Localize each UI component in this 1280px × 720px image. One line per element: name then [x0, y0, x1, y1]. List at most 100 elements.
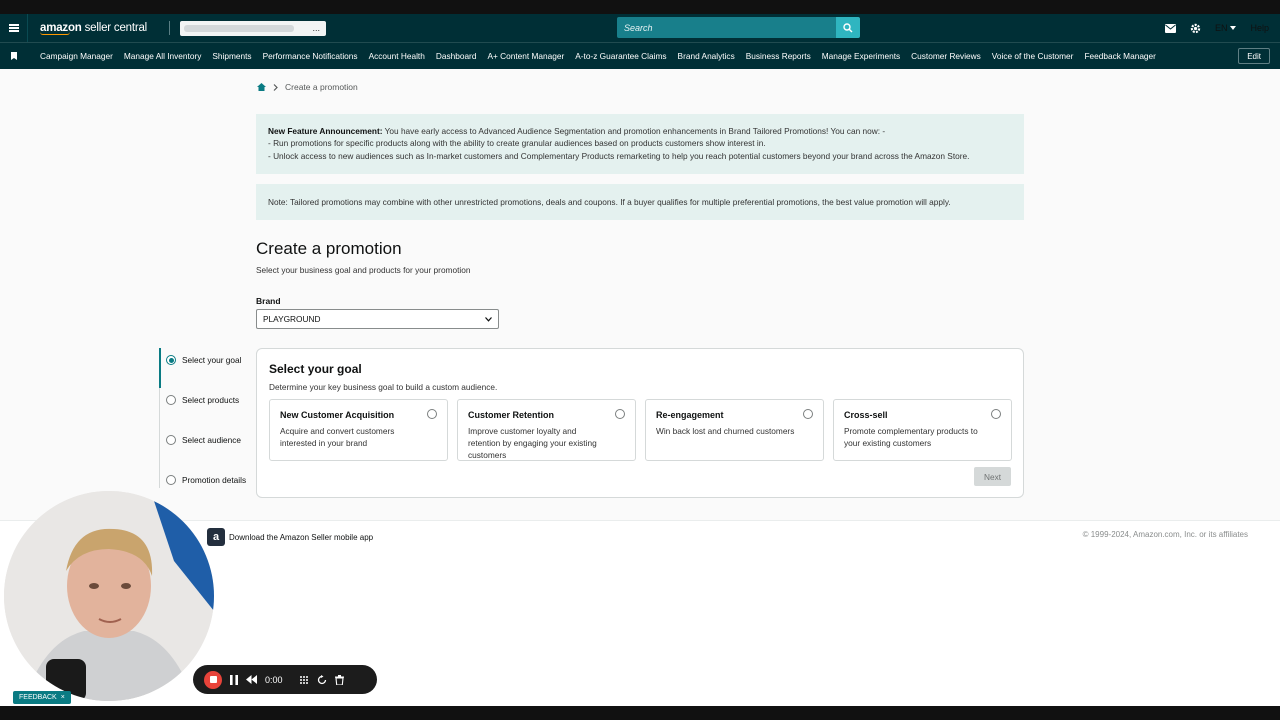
step-label: Select products [182, 395, 240, 405]
nav-item-account-health[interactable]: Account Health [369, 51, 425, 61]
logo-brand-text: amazon [40, 21, 82, 34]
option-description: Improve customer loyalty and retention b… [468, 426, 597, 460]
goal-option-re-engagement[interactable]: Re-engagement Win back lost and churned … [645, 399, 824, 461]
page-subtitle: Select your business goal and products f… [256, 265, 471, 275]
option-description: Acquire and convert customers interested… [280, 426, 395, 448]
close-icon[interactable]: × [61, 694, 65, 701]
app-download-text: Download the Amazon Seller mobile app [229, 532, 374, 542]
help-link[interactable]: Help [1250, 23, 1269, 33]
bookmark-icon[interactable] [0, 52, 28, 60]
page-title: Create a promotion [256, 239, 402, 258]
step-radio [166, 395, 176, 405]
nav-item-performance-notifications[interactable]: Performance Notifications [263, 51, 358, 61]
stop-recording-button[interactable] [204, 670, 222, 689]
nav-item-manage-all-inventory[interactable]: Manage All Inventory [124, 51, 201, 61]
step-select-products[interactable]: Select products [166, 395, 239, 405]
copyright-text: © 1999-2024, Amazon.com, Inc. or its aff… [1082, 530, 1248, 539]
brand-label: Brand [256, 296, 281, 306]
option-title: Cross-sell [844, 410, 888, 420]
goal-option-new-customer-acquisition[interactable]: New Customer Acquisition Acquire and con… [269, 399, 448, 461]
note-text: Note: Tailored promotions may combine wi… [268, 197, 951, 207]
step-radio [166, 435, 176, 445]
nav-item-feedback-manager[interactable]: Feedback Manager [1084, 51, 1156, 61]
goal-option-cross-sell[interactable]: Cross-sell Promote complementary product… [833, 399, 1012, 461]
chevron-down-icon [1230, 26, 1237, 30]
webcam-overlay [4, 491, 214, 701]
bookmark-nav-bar: Campaign Manager Manage All Inventory Sh… [0, 42, 1280, 69]
option-title: Customer Retention [468, 410, 555, 420]
nav-item-voice-of-the-customer[interactable]: Voice of the Customer [992, 51, 1074, 61]
option-title: New Customer Acquisition [280, 410, 395, 420]
nav-item-a-to-z-guarantee-claims[interactable]: A-to-z Guarantee Claims [575, 51, 666, 61]
pause-icon[interactable] [230, 674, 238, 685]
search-button[interactable] [836, 17, 860, 38]
step-label: Select your goal [182, 355, 242, 365]
announcement-title: New Feature Announcement: [268, 126, 383, 136]
nav-item-shipments[interactable]: Shipments [212, 51, 251, 61]
search-bar [617, 17, 860, 38]
nav-items: Campaign Manager Manage All Inventory Sh… [40, 51, 1156, 61]
note-banner: Note: Tailored promotions may combine wi… [256, 184, 1024, 220]
grid-icon[interactable] [299, 675, 309, 685]
step-radio-active [166, 355, 176, 365]
goal-subtitle: Determine your key business goal to buil… [269, 382, 498, 392]
language-selector[interactable]: EN [1215, 23, 1237, 33]
announcement-line-1: - Run promotions for specific products a… [268, 138, 766, 149]
step-select-goal[interactable]: Select your goal [166, 355, 242, 365]
trash-icon[interactable] [334, 674, 344, 685]
mobile-app-download[interactable]: a Download the Amazon Seller mobile app [207, 528, 373, 546]
home-icon[interactable] [257, 83, 266, 91]
announcement-intro: You have early access to Advanced Audien… [382, 126, 886, 136]
restart-icon[interactable] [317, 674, 327, 685]
nav-item-a-plus-content-manager[interactable]: A+ Content Manager [487, 51, 564, 61]
amazon-app-icon: a [207, 528, 225, 546]
goal-option-customer-retention[interactable]: Customer Retention Improve customer loya… [457, 399, 636, 461]
chevron-right-icon [273, 83, 278, 91]
header-right-controls: EN Help [1164, 14, 1280, 42]
account-ellipsis: ... [312, 23, 321, 33]
step-select-audience[interactable]: Select audience [166, 435, 241, 445]
header-divider [169, 21, 171, 35]
option-radio[interactable] [427, 409, 437, 419]
breadcrumb-current: Create a promotion [285, 82, 358, 92]
step-promotion-details[interactable]: Promotion details [166, 475, 246, 485]
search-input[interactable] [617, 17, 836, 38]
gear-icon[interactable] [1190, 23, 1201, 34]
nav-item-customer-reviews[interactable]: Customer Reviews [911, 51, 981, 61]
nav-item-dashboard[interactable]: Dashboard [436, 51, 477, 61]
brand-select[interactable]: PLAYGROUND [256, 309, 499, 329]
active-step-indicator [159, 348, 161, 388]
option-radio[interactable] [803, 409, 813, 419]
nav-item-manage-experiments[interactable]: Manage Experiments [822, 51, 900, 61]
step-radio [166, 475, 176, 485]
nav-item-brand-analytics[interactable]: Brand Analytics [678, 51, 735, 61]
next-button[interactable]: Next [974, 467, 1011, 486]
recording-timer: 0:00 [265, 674, 283, 685]
top-frame-strip [0, 0, 1280, 14]
bottom-frame-strip [0, 706, 1280, 720]
brand-selected-value: PLAYGROUND [263, 314, 321, 324]
feedback-label: FEEDBACK [19, 694, 57, 701]
seller-central-logo[interactable]: amazon seller central [40, 22, 147, 35]
step-label: Select audience [182, 435, 242, 445]
goal-card: Select your goal Determine your key busi… [256, 348, 1024, 498]
announcement-line-2: - Unlock access to new audiences such as… [268, 150, 970, 161]
feature-announcement-banner: New Feature Announcement: You have early… [256, 114, 1024, 174]
language-label: EN [1214, 23, 1228, 33]
mail-icon[interactable] [1164, 23, 1176, 33]
announcement-line-intro: New Feature Announcement: You have early… [268, 125, 1012, 137]
nav-item-business-reports[interactable]: Business Reports [746, 51, 811, 61]
logo-suffix-text: seller central [84, 21, 148, 34]
option-radio[interactable] [615, 409, 625, 419]
account-switcher[interactable]: ... [180, 20, 327, 36]
option-radio[interactable] [991, 409, 1001, 419]
menu-icon[interactable] [0, 14, 28, 42]
nav-item-campaign-manager[interactable]: Campaign Manager [40, 51, 113, 61]
goal-title: Select your goal [269, 362, 362, 376]
option-description: Promote complementary products to your e… [844, 426, 978, 448]
rewind-icon[interactable] [246, 675, 257, 684]
chevron-down-icon [485, 316, 492, 322]
feedback-tab[interactable]: FEEDBACK × [13, 691, 71, 704]
edit-nav-button[interactable]: Edit [1238, 48, 1270, 64]
search-icon [843, 22, 853, 32]
